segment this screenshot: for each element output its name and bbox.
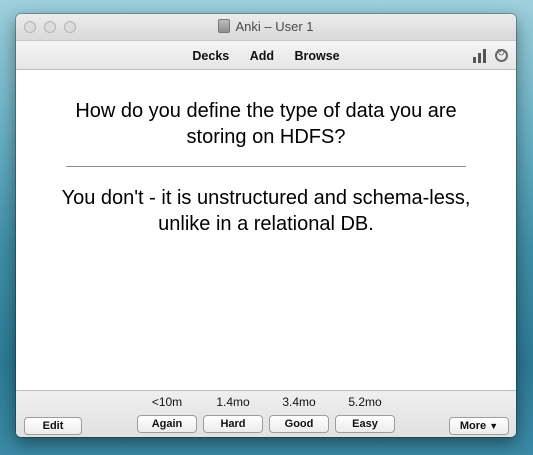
again-interval: <10m: [151, 395, 183, 409]
window-title: Anki – User 1: [235, 19, 314, 34]
add-link[interactable]: Add: [250, 49, 274, 63]
good-interval: 3.4mo: [282, 395, 316, 409]
card-answer: You don't - it is unstructured and schem…: [61, 187, 471, 235]
title-bar: Anki – User 1: [16, 14, 516, 41]
easy-interval: 5.2mo: [348, 395, 382, 409]
easy-button[interactable]: Easy: [335, 415, 395, 433]
toolbar: Decks Add Browse: [16, 41, 516, 70]
window-title-wrap: Anki – User 1: [16, 19, 516, 34]
again-button[interactable]: Again: [137, 415, 197, 433]
dropdown-arrow-icon: ▼: [489, 421, 499, 431]
edit-button[interactable]: Edit: [24, 417, 82, 435]
hard-button[interactable]: Hard: [203, 415, 263, 433]
card-question: How do you define the type of data you a…: [75, 100, 457, 148]
stats-bar: [472, 56, 476, 63]
answer-divider: [66, 166, 466, 167]
sync-icon[interactable]: [495, 48, 508, 63]
main-nav: Decks Add Browse: [16, 47, 516, 65]
stats-bar: [482, 48, 486, 63]
card-view: How do you define the type of data you a…: [16, 70, 516, 387]
toolbar-icons: [472, 47, 508, 65]
good-button[interactable]: Good: [269, 415, 329, 433]
anki-window: Anki – User 1 Decks Add Browse How do yo…: [16, 14, 516, 437]
browse-link[interactable]: Browse: [294, 49, 339, 63]
stats-bar: [477, 52, 481, 63]
answer-bar: Edit <10m Again 1.4mo Hard 3.4mo Good 5.…: [16, 390, 516, 437]
hard-interval: 1.4mo: [216, 395, 250, 409]
app-icon: [218, 19, 231, 33]
decks-link[interactable]: Decks: [192, 49, 229, 63]
more-button[interactable]: More ▼: [449, 417, 509, 435]
stats-icon[interactable]: [472, 48, 487, 63]
more-label: More: [459, 420, 487, 432]
